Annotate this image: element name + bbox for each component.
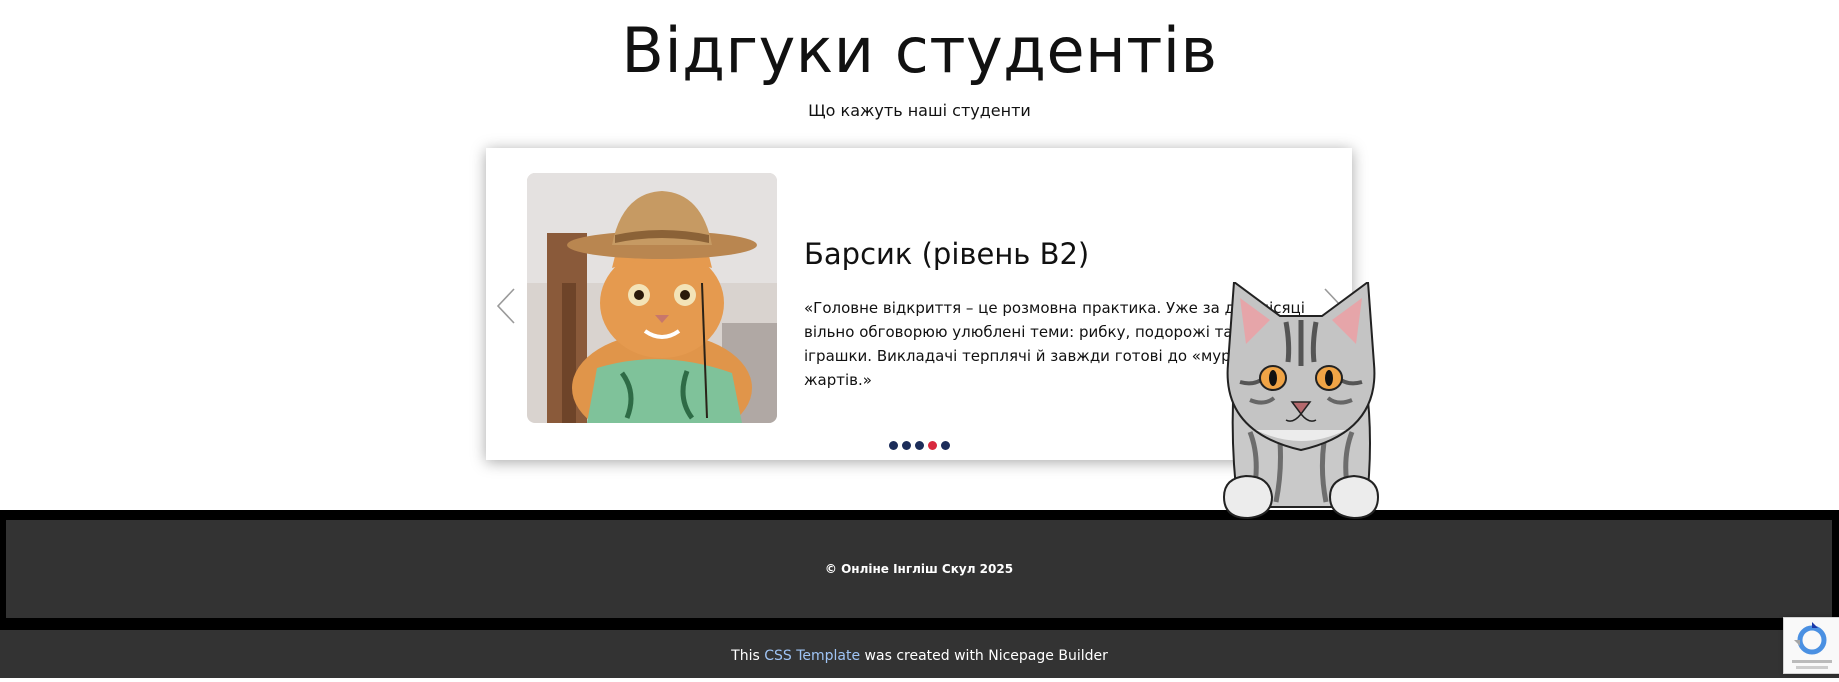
recaptcha-badge[interactable] [1783,617,1839,674]
carousel-dot[interactable] [888,441,898,450]
builder-suffix: was created with Nicepage Builder [864,648,1108,664]
carousel-prev-button[interactable] [494,286,518,326]
cat-mascot-illustration [1222,282,1380,520]
footer-copyright: © Онліне Інгліш Скул 2025 [824,562,1014,576]
css-template-link[interactable]: CSS Template [764,648,860,664]
carousel-dot-active[interactable] [927,441,937,450]
carousel-dot[interactable] [940,441,950,450]
student-photo [527,173,777,423]
carousel-dot[interactable] [914,441,924,450]
student-name: Барсик (рівень B2) [804,237,1090,271]
builder-prefix: This [731,648,760,664]
chevron-left-icon [496,288,515,324]
carousel-dot[interactable] [901,441,911,450]
section-title: Відгуки студентів [621,14,1218,87]
recaptcha-icon [1792,622,1832,669]
footer-panel: © Онліне Інгліш Скул 2025 [6,520,1832,618]
builder-credit-bar: This CSS Template was created with Nicep… [0,630,1839,678]
section-subtitle: Що кажуть наші студенти [808,101,1031,120]
footer: © Онліне Інгліш Скул 2025 [0,510,1839,630]
